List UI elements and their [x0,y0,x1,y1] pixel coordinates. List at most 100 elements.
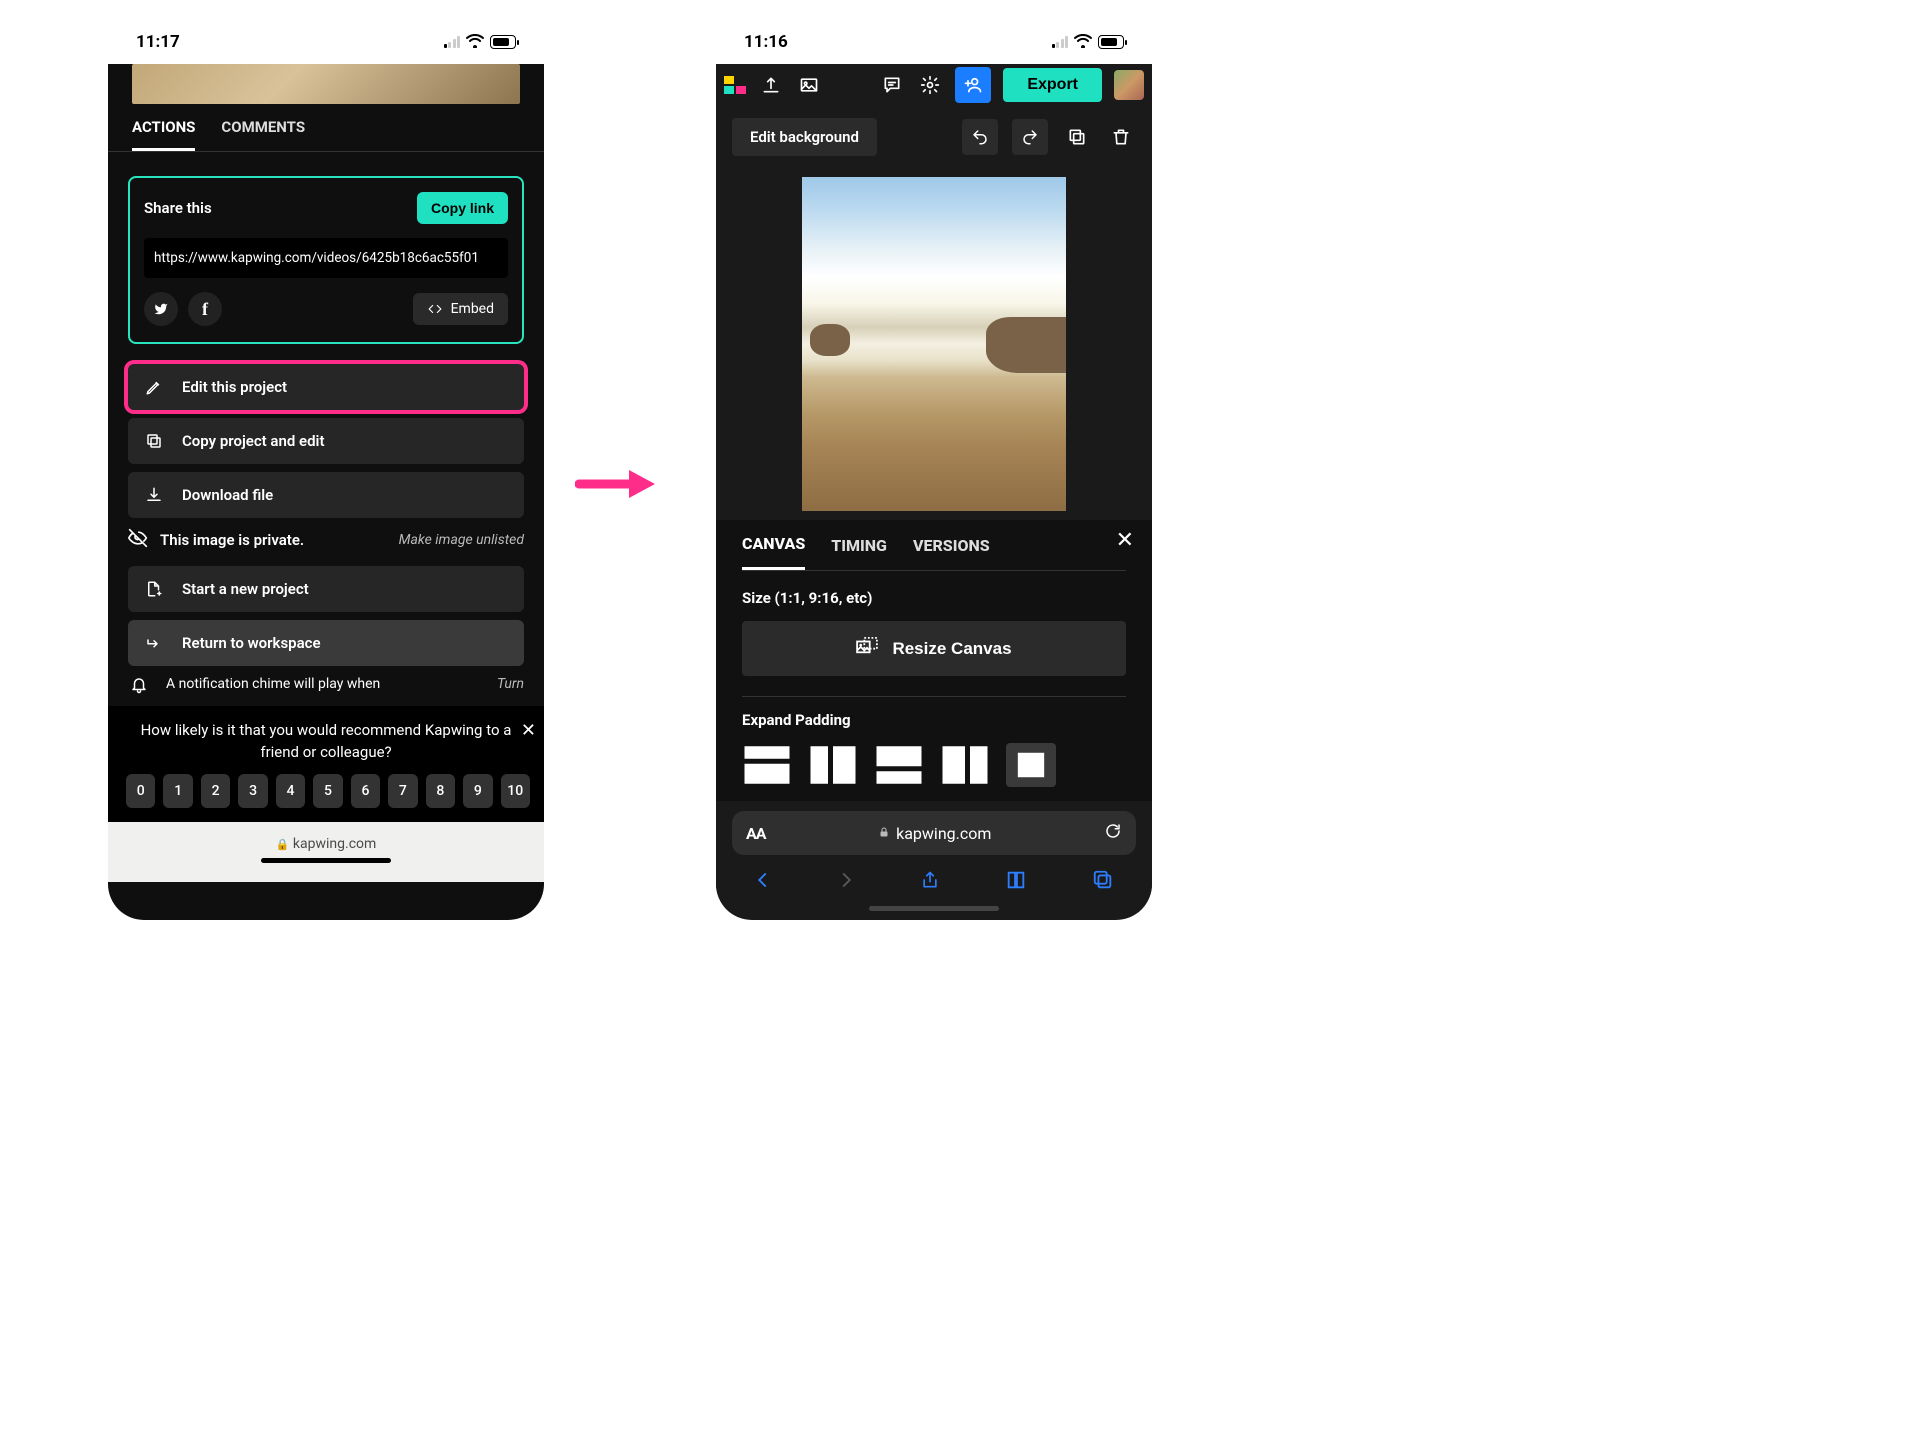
video-thumbnail [132,64,520,104]
home-indicator[interactable] [261,858,391,863]
turn-link[interactable]: Turn [497,676,524,692]
edit-project-button[interactable]: Edit this project [128,364,524,410]
new-project-button[interactable]: Start a new project [128,566,524,612]
safari-nav [732,855,1136,902]
facebook-icon[interactable]: f [188,292,222,326]
bell-icon [130,676,148,698]
canvas-image [802,177,1066,511]
tab-canvas[interactable]: CANVAS [742,520,805,570]
cellular-signal-icon [1052,36,1069,48]
survey-opt[interactable]: 5 [313,774,342,808]
action-list: Edit this project Copy project and edit … [128,364,524,518]
arrow-icon [575,466,655,506]
download-button[interactable]: Download file [128,472,524,518]
twitter-icon[interactable] [144,292,178,326]
url-field[interactable]: AA kapwing.com [732,811,1136,855]
survey-opt[interactable]: 9 [463,774,492,808]
canvas-area[interactable] [716,168,1152,520]
eye-off-icon [128,528,148,552]
privacy-row: This image is private. Make image unlist… [108,518,544,562]
pad-top[interactable] [742,743,792,787]
download-icon [144,486,164,504]
redo-button[interactable] [1012,119,1048,155]
resize-icon [856,637,878,660]
tab-versions[interactable]: VERSIONS [913,522,990,569]
return-arrow-icon [144,634,164,652]
status-time: 11:17 [136,32,180,52]
share-icon[interactable] [920,869,940,896]
status-icons [444,34,517,51]
survey-opt[interactable]: 3 [238,774,267,808]
tab-actions[interactable]: ACTIONS [132,118,195,151]
status-bar: 11:16 [716,20,1152,64]
notification-text: A notification chime will play when [166,676,380,692]
kapwing-logo[interactable] [724,76,746,94]
tab-comments[interactable]: COMMENTS [221,118,305,151]
copy-link-button[interactable]: Copy link [417,192,508,224]
battery-icon [1098,35,1124,49]
bookmarks-icon[interactable] [1005,869,1027,896]
survey-opt[interactable]: 0 [126,774,155,808]
embed-button[interactable]: Embed [413,293,508,325]
back-icon[interactable] [754,869,772,896]
copy-icon [144,432,164,450]
duplicate-icon[interactable] [1062,127,1092,147]
export-button[interactable]: Export [1003,68,1102,102]
upload-icon[interactable] [758,72,784,98]
status-bar: 11:17 [108,20,544,64]
phone-right-screenshot: 11:16 [716,20,1152,920]
pad-right[interactable] [940,743,990,787]
survey-opt[interactable]: 8 [426,774,455,808]
undo-button[interactable] [962,119,998,155]
tab-timing[interactable]: TIMING [831,522,887,569]
safari-chrome: AA kapwing.com [716,801,1152,917]
new-project-label: Start a new project [182,580,309,598]
invite-button[interactable] [955,67,991,103]
forward-icon[interactable] [837,869,855,896]
tabs-icon[interactable] [1092,869,1114,896]
panel-close-icon[interactable]: ✕ [1116,528,1134,553]
privacy-text: This image is private. [160,531,304,549]
pad-bottom[interactable] [874,743,924,787]
share-title: Share this [144,199,212,217]
share-card: Share this Copy link https://www.kapwing… [128,176,524,344]
pad-left[interactable] [808,743,858,787]
action-list-2: Start a new project Return to workspace [128,566,524,666]
edit-background-button[interactable]: Edit background [732,118,877,156]
text-size-button[interactable]: AA [746,824,766,843]
resize-canvas-button[interactable]: Resize Canvas [742,621,1126,676]
tabs: ACTIONS COMMENTS [108,104,544,152]
lock-icon: 🔒 [276,838,290,851]
survey-bar: ✕ How likely is it that you would recomm… [108,706,544,822]
reload-icon[interactable] [1104,822,1122,844]
download-label: Download file [182,486,273,504]
comment-icon[interactable] [879,72,905,98]
edit-project-label: Edit this project [182,378,287,396]
copy-project-button[interactable]: Copy project and edit [128,418,524,464]
trash-icon[interactable] [1106,127,1136,147]
make-unlisted-link[interactable]: Make image unlisted [399,532,524,548]
status-time: 11:16 [744,32,788,52]
pad-all[interactable] [1006,743,1056,787]
avatar[interactable] [1114,70,1144,100]
url-text: kapwing.com [896,824,991,843]
survey-opt[interactable]: 10 [501,774,530,808]
share-url[interactable]: https://www.kapwing.com/videos/6425b18c6… [144,238,508,278]
survey-opt[interactable]: 1 [163,774,192,808]
survey-opt[interactable]: 6 [351,774,380,808]
survey-opt[interactable]: 7 [388,774,417,808]
home-indicator[interactable] [869,906,999,911]
survey-question: How likely is it that you would recommen… [122,720,530,774]
return-workspace-button[interactable]: Return to workspace [128,620,524,666]
close-icon[interactable]: ✕ [521,720,536,741]
resize-label: Resize Canvas [892,639,1011,659]
image-icon[interactable] [796,72,822,98]
expand-label: Expand Padding [742,711,1126,729]
survey-opt[interactable]: 2 [201,774,230,808]
edit-toolbar: Edit background [716,106,1152,168]
size-label: Size (1:1, 9:16, etc) [742,589,1126,607]
wifi-icon [1074,34,1092,51]
settings-icon[interactable] [917,72,943,98]
survey-opt[interactable]: 4 [276,774,305,808]
embed-label: Embed [451,301,494,317]
